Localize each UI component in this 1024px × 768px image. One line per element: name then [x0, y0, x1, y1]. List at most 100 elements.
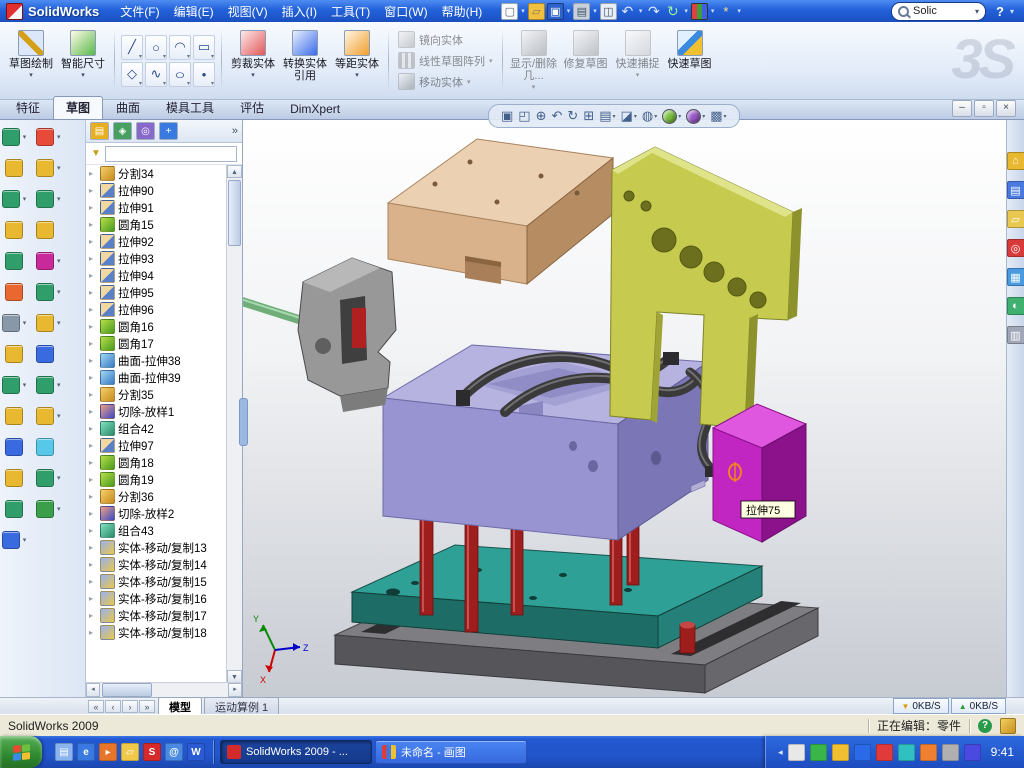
- file-explorer-icon[interactable]: ▱: [1007, 210, 1024, 228]
- internet-explorer-icon[interactable]: e: [77, 743, 95, 761]
- flyout-arrow-icon[interactable]: ▾: [23, 133, 27, 141]
- flyout-arrow-icon[interactable]: ▾: [57, 288, 61, 296]
- flyout-arrow-icon[interactable]: ▾: [57, 319, 61, 327]
- expand-arrow-icon[interactable]: ▸: [89, 339, 97, 348]
- tree-item[interactable]: ▸实体-移动/复制18: [86, 624, 227, 641]
- menu-e[interactable]: 编辑(E): [167, 3, 221, 21]
- tree-item[interactable]: ▸曲面-拉伸39: [86, 369, 227, 386]
- left-toolbar-button[interactable]: [5, 469, 23, 487]
- flyout-arrow-icon[interactable]: ▾: [57, 164, 61, 172]
- dropdown-arrow-icon[interactable]: ▾: [684, 7, 688, 15]
- search-dropdown-icon[interactable]: ▾: [975, 7, 979, 16]
- scroll-right-icon[interactable]: ▸: [228, 683, 242, 697]
- document-tab[interactable]: 模型: [158, 697, 202, 716]
- dropdown-arrow-icon[interactable]: ▾: [639, 7, 643, 15]
- left-toolbar-button[interactable]: ▾: [36, 159, 61, 177]
- expand-arrow-icon[interactable]: ▸: [89, 288, 97, 297]
- zoom-fit-icon[interactable]: ▣: [501, 108, 513, 124]
- left-toolbar-button[interactable]: ▾: [36, 407, 61, 425]
- tree-item[interactable]: ▸圆角19: [86, 471, 227, 488]
- offset-entities-button[interactable]: 等距实体▾: [332, 27, 382, 95]
- left-toolbar-button[interactable]: [5, 500, 23, 518]
- tray-icon[interactable]: [876, 744, 893, 761]
- left-toolbar-button[interactable]: [5, 438, 23, 456]
- close-window-button[interactable]: ×: [996, 100, 1016, 117]
- next-tab-button[interactable]: ›: [122, 700, 138, 713]
- left-toolbar-button[interactable]: ▾: [2, 531, 27, 549]
- tree-item[interactable]: ▸圆角15: [86, 216, 227, 233]
- linear-sketch-pattern-button[interactable]: 线性草图阵列▾: [396, 52, 495, 69]
- expand-arrow-icon[interactable]: ▸: [89, 611, 97, 620]
- tab-evaluate[interactable]: 评估: [227, 96, 277, 119]
- tree-item[interactable]: ▸切除-放样2: [86, 505, 227, 522]
- tree-item[interactable]: ▸拉伸95: [86, 284, 227, 301]
- zoom-to-area-icon[interactable]: ◰: [518, 108, 530, 124]
- left-toolbar-button[interactable]: ▾: [36, 252, 61, 270]
- rotate-view-icon[interactable]: ↻: [567, 108, 578, 124]
- expand-arrow-icon[interactable]: ▸: [89, 594, 97, 603]
- repair-sketch-button[interactable]: 修复草图: [561, 27, 611, 95]
- tree-item[interactable]: ▸实体-移动/复制16: [86, 590, 227, 607]
- move-entities-button[interactable]: 移动实体▾: [396, 73, 495, 90]
- scrollbar-thumb[interactable]: [228, 180, 241, 246]
- expand-arrow-icon[interactable]: ▸: [89, 424, 97, 433]
- status-help-badge[interactable]: ?: [978, 719, 992, 733]
- circle-icon[interactable]: ○▾: [145, 35, 167, 60]
- tab-surfaces[interactable]: 曲面: [103, 96, 153, 119]
- expand-arrow-icon[interactable]: ▸: [89, 254, 97, 263]
- taskbar-task-button[interactable]: SolidWorks 2009 - ...: [220, 740, 372, 764]
- top-plate[interactable]: [388, 139, 613, 284]
- word-icon[interactable]: W: [187, 743, 205, 761]
- left-toolbar-button[interactable]: ▾: [2, 128, 27, 146]
- tree-item[interactable]: ▸拉伸94: [86, 267, 227, 284]
- tree-item[interactable]: ▸拉伸97: [86, 437, 227, 454]
- expand-arrow-icon[interactable]: ▸: [89, 526, 97, 535]
- apply-scene-icon[interactable]: ▾: [686, 109, 705, 124]
- expand-arrow-icon[interactable]: ▸: [89, 509, 97, 518]
- dropdown-arrow-icon[interactable]: ▾: [521, 7, 525, 15]
- tab-sketch[interactable]: 草图: [53, 96, 103, 119]
- new-document-icon[interactable]: ▢: [501, 3, 518, 20]
- expand-arrow-icon[interactable]: ▸: [89, 186, 97, 195]
- tree-item[interactable]: ▸实体-移动/复制13: [86, 539, 227, 556]
- help-dropdown-icon[interactable]: ▾: [1010, 7, 1014, 16]
- left-toolbar-button[interactable]: [5, 283, 23, 301]
- tree-item[interactable]: ▸圆角17: [86, 335, 227, 352]
- flyout-arrow-icon[interactable]: ▾: [23, 195, 27, 203]
- expand-arrow-icon[interactable]: ▸: [89, 322, 97, 331]
- flyout-arrow-icon[interactable]: ▾: [23, 536, 27, 544]
- left-toolbar-button[interactable]: ▾: [36, 283, 61, 301]
- expand-arrow-icon[interactable]: ▸: [89, 203, 97, 212]
- menu-v[interactable]: 视图(V): [221, 3, 275, 21]
- left-toolbar-button[interactable]: ▾: [36, 500, 61, 518]
- dropdown-arrow-icon[interactable]: ▾: [711, 7, 715, 15]
- left-toolbar-button[interactable]: [36, 345, 54, 363]
- graphics-area[interactable]: 拉伸75 Y X Z: [243, 120, 1006, 697]
- left-toolbar-button[interactable]: ▾: [2, 190, 27, 208]
- flyout-arrow-icon[interactable]: ▾: [23, 381, 27, 389]
- menu-h[interactable]: 帮助(H): [435, 3, 490, 21]
- left-toolbar-button[interactable]: ▾: [36, 314, 61, 332]
- menu-t[interactable]: 工具(T): [324, 3, 377, 21]
- scroll-up-icon[interactable]: ▲: [227, 165, 242, 178]
- expand-arrow-icon[interactable]: ▸: [89, 220, 97, 229]
- expand-arrow-icon[interactable]: ▸: [89, 237, 97, 246]
- print-preview-icon[interactable]: ◫: [600, 3, 617, 20]
- previous-view-icon[interactable]: ↶: [552, 108, 563, 124]
- expand-arrow-icon[interactable]: ▸: [89, 628, 97, 637]
- undo-icon[interactable]: ↶: [619, 3, 636, 20]
- tree-item[interactable]: ▸实体-移动/复制15: [86, 573, 227, 590]
- outlook-icon[interactable]: @: [165, 743, 183, 761]
- expand-arrow-icon[interactable]: ▸: [89, 475, 97, 484]
- line-icon[interactable]: ╱▾: [121, 35, 143, 60]
- minimize-window-button[interactable]: –: [952, 100, 972, 117]
- redo-icon[interactable]: ↷: [645, 3, 662, 20]
- first-tab-button[interactable]: «: [88, 700, 104, 713]
- expand-arrow-icon[interactable]: ▸: [89, 407, 97, 416]
- left-toolbar-button[interactable]: [5, 407, 23, 425]
- tree-item[interactable]: ▸拉伸90: [86, 182, 227, 199]
- left-toolbar-button[interactable]: ▾: [36, 190, 61, 208]
- left-toolbar-button[interactable]: [5, 345, 23, 363]
- spline-icon[interactable]: ∿▾: [145, 62, 167, 87]
- save-icon[interactable]: ▣: [547, 3, 564, 20]
